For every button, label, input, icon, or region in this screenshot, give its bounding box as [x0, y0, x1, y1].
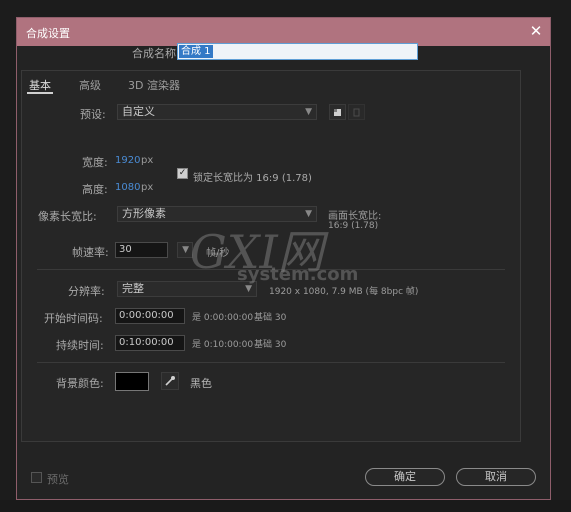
resolution-value: 完整 — [122, 282, 144, 295]
start-timecode-value: 0:00:00:00 — [119, 310, 174, 321]
resolution-info: 1920 x 1080, 7.9 MB (每 8bpc 帧) — [269, 287, 419, 297]
preset-label: 预设: — [80, 108, 106, 121]
pixel-aspect-dropdown[interactable]: 方形像素 ▼ — [117, 206, 317, 222]
background-bar — [0, 500, 571, 512]
screen: { "dialog": { "title": "合成设置", "close_gl… — [0, 0, 571, 512]
duration-value: 0:10:00:00 — [119, 337, 174, 348]
preview-checkbox[interactable] — [31, 472, 42, 483]
composition-name-label: 合成名称: — [132, 47, 180, 60]
frame-rate-dropdown[interactable]: ▼ — [177, 242, 193, 258]
tab-basic[interactable]: 基本 — [29, 77, 51, 93]
chevron-down-icon: ▼ — [245, 284, 252, 294]
composition-name-value: 合成 1 — [179, 45, 213, 58]
height-value[interactable]: 1080 — [115, 182, 140, 193]
background-color-name: 黑色 — [190, 377, 212, 390]
dialog-title: 合成设置 — [26, 27, 70, 40]
close-icon[interactable]: ✕ — [527, 22, 545, 40]
duration-info: 是 0:10:00:00 — [192, 340, 254, 350]
start-timecode-input[interactable]: 0:00:00:00 — [115, 308, 185, 324]
frame-rate-label: 帧速率: — [72, 246, 109, 259]
frame-rate-input[interactable]: 30 — [115, 242, 168, 258]
frame-aspect-value: 16:9 (1.78) — [328, 221, 379, 231]
chevron-down-icon: ▼ — [182, 245, 189, 255]
tab-advanced[interactable]: 高级 — [79, 77, 101, 93]
frame-rate-value: 30 — [119, 244, 132, 255]
chevron-down-icon: ▼ — [305, 209, 312, 219]
duration-input[interactable]: 0:10:00:00 — [115, 335, 185, 351]
lock-aspect-checkbox[interactable]: ✓ — [177, 168, 188, 179]
preset-dropdown[interactable]: 自定义 ▼ — [117, 104, 317, 120]
resolution-label: 分辨率: — [68, 285, 105, 298]
pixel-aspect-value: 方形像素 — [122, 207, 166, 220]
chevron-down-icon: ▼ — [305, 107, 312, 117]
preview-label: 预览 — [47, 473, 69, 486]
start-timecode-label: 开始时间码: — [44, 312, 103, 325]
cancel-button[interactable]: 取消 — [456, 468, 536, 486]
new-preset-icon[interactable] — [329, 104, 346, 120]
resolution-dropdown[interactable]: 完整 ▼ — [117, 281, 257, 297]
lock-aspect-label: 锁定长宽比为 16:9 (1.78) — [193, 173, 312, 184]
ok-button[interactable]: 确定 — [365, 468, 445, 486]
composition-name-input[interactable]: 合成 1 — [177, 43, 418, 60]
active-tab-indicator — [27, 92, 53, 94]
preset-value: 自定义 — [122, 105, 155, 118]
frame-aspect-label: 画面长宽比: — [328, 211, 382, 222]
title-bar[interactable]: 合成设置 ✕ — [17, 18, 550, 46]
background-color-swatch[interactable] — [115, 372, 149, 391]
pixel-aspect-label: 像素长宽比: — [38, 210, 97, 223]
duration-base: 基础 30 — [254, 340, 287, 350]
delete-icon[interactable] — [348, 104, 365, 120]
background-color-label: 背景颜色: — [56, 377, 104, 390]
duration-label: 持续时间: — [56, 339, 104, 352]
width-label: 宽度: — [82, 156, 108, 169]
separator — [37, 269, 505, 270]
start-timecode-info: 是 0:00:00:00 — [192, 313, 254, 323]
separator — [37, 362, 505, 363]
start-timecode-base: 基础 30 — [254, 313, 287, 323]
height-label: 高度: — [82, 183, 108, 196]
frame-rate-unit: 帧/秒 — [206, 248, 230, 259]
eyedropper-icon[interactable] — [161, 372, 179, 390]
tab-3d-renderer[interactable]: 3D 渲染器 — [128, 77, 180, 93]
height-unit: px — [141, 182, 154, 193]
width-value[interactable]: 1920 — [115, 155, 140, 166]
width-unit: px — [141, 155, 154, 166]
